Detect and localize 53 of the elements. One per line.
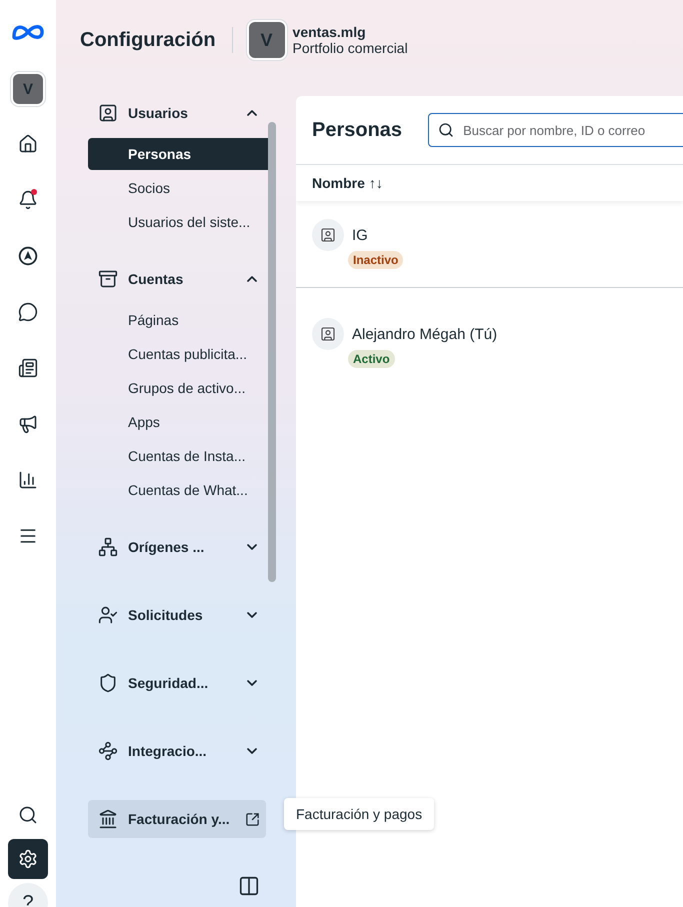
tooltip: Facturación y pagos [284,798,434,830]
bar-chart-icon [18,470,38,490]
home-icon [18,134,38,154]
sidebar-section-header[interactable]: Cuentas [88,260,266,298]
nodes-icon [98,741,118,761]
id-badge-icon [98,103,118,123]
column-header[interactable]: Nombre [312,175,365,191]
section-title: Personas [312,118,402,142]
sidebar-item[interactable]: Socios [88,172,268,204]
portfolio-avatar: V [248,22,285,58]
help-button[interactable]: ? [8,883,48,907]
user-check-icon [98,605,118,625]
settings-button[interactable] [8,839,48,879]
sidebar-section-header[interactable]: Usuarios [88,94,266,132]
sidebar-section-header[interactable]: Seguridad... [88,664,266,702]
infinity-logo-icon [10,22,46,42]
bank-icon [98,809,118,829]
sidebar-section-header[interactable]: Solicitudes [88,596,266,634]
collapse-panel-button[interactable] [238,875,260,897]
chat-bubble-icon [18,302,38,322]
sidebar-item[interactable]: Apps [88,406,268,438]
shield-icon [98,673,118,693]
person-name[interactable]: Alejandro Mégah (Tú) [352,326,498,342]
search-icon [18,805,38,825]
portfolio-name: ventas.mlg [292,24,367,40]
id-badge-avatar [312,318,344,350]
scrollbar[interactable] [268,122,276,582]
portfolio-subtitle: Portfolio comercial [292,40,408,56]
person-name[interactable]: IG [352,226,368,244]
settings-icon [18,849,38,869]
external-link-icon [245,812,260,826]
sidebar-item[interactable]: Usuarios del siste... [88,206,268,238]
network-icon [98,537,118,557]
sidebar-item[interactable]: Grupos de activo... [88,372,268,404]
megaphone-icon [18,414,38,434]
sidebar-item[interactable]: Páginas [88,304,268,336]
sidebar-link[interactable]: Facturación y... [88,800,266,838]
status-badge: Inactivo [348,251,404,269]
sidebar-section-header[interactable]: Integracio... [88,732,266,770]
search-field[interactable]: Buscar por nombre, ID o correo [428,113,683,147]
status-badge: Activo [348,350,395,368]
sort-arrows[interactable]: ↑↓ [368,175,383,191]
bell-icon [18,190,38,210]
search-icon [438,122,454,138]
sidebar-item[interactable]: Cuentas de What... [88,474,268,506]
sidebar-item[interactable]: Cuentas de Insta... [88,440,268,472]
id-badge-avatar [312,219,344,251]
sidebar-section-header[interactable]: Orígenes ... [88,528,266,566]
newspaper-icon [18,358,38,378]
page-title: Configuración [80,28,216,52]
archive-box-icon [98,269,118,289]
sidebar-item[interactable]: Cuentas publicita... [88,338,268,370]
sidebar-item[interactable]: Personas [88,138,268,170]
